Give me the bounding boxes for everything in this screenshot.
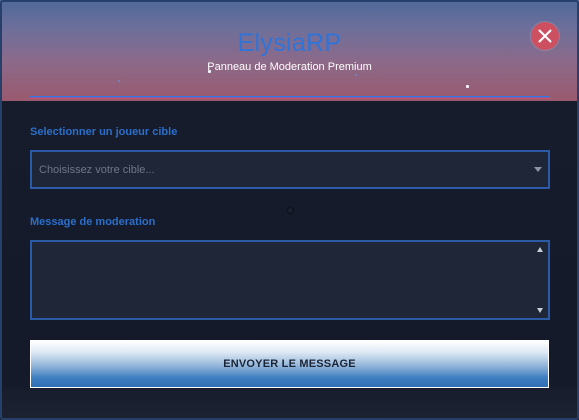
- decorative-dot: [287, 207, 294, 214]
- star-decoration: [355, 74, 357, 76]
- send-message-button[interactable]: ENVOYER LE MESSAGE: [30, 340, 549, 388]
- target-select-placeholder: Choisissez votre cible...: [39, 164, 155, 176]
- message-label: Message de moderation: [30, 216, 156, 228]
- scroll-down-arrow-icon[interactable]: [537, 308, 543, 313]
- star-decoration: [118, 80, 120, 82]
- panel-header: ElysiaRP Panneau de Moderation Premium: [0, 0, 579, 101]
- close-button[interactable]: [531, 22, 559, 50]
- bottom-background: [0, 388, 579, 420]
- star-decoration: [466, 85, 469, 88]
- app-subtitle: Panneau de Moderation Premium: [207, 61, 372, 73]
- message-textarea[interactable]: [32, 242, 532, 318]
- moderation-panel-window: ElysiaRP Panneau de Moderation Premium S…: [0, 0, 579, 420]
- message-textarea-container: [30, 240, 550, 320]
- header-divider: [30, 96, 550, 99]
- target-label: Selectionner un joueur cible: [30, 126, 178, 138]
- app-title: ElysiaRP: [237, 29, 342, 57]
- close-icon: [538, 29, 552, 43]
- target-player-select[interactable]: Choisissez votre cible...: [30, 150, 550, 189]
- chevron-down-icon[interactable]: [534, 167, 542, 172]
- scroll-up-arrow-icon[interactable]: [537, 247, 543, 252]
